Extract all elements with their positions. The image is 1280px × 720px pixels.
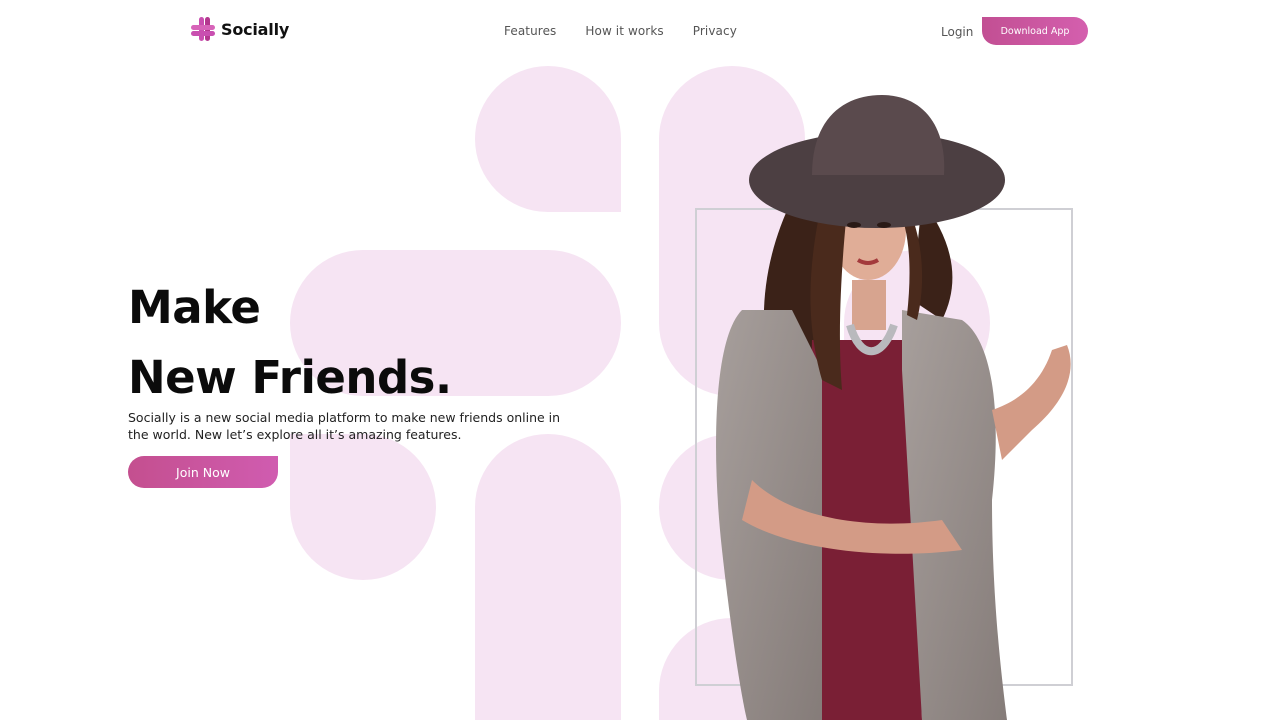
login-link[interactable]: Login (941, 25, 973, 39)
brand-name: Socially (221, 19, 290, 39)
bg-shape (475, 66, 621, 212)
nav-link-how-it-works[interactable]: How it works (585, 24, 663, 38)
download-app-button[interactable]: Download App (982, 17, 1088, 45)
brand-logo[interactable]: Socially (191, 17, 289, 41)
nav-link-privacy[interactable]: Privacy (693, 24, 737, 38)
hero-title: Make New Friends. (128, 273, 452, 413)
main-nav: Features How it works Privacy (504, 24, 737, 38)
model-photo (716, 95, 1071, 720)
hero-title-line-1: Make (128, 281, 261, 334)
hero-title-line-2: New Friends. (128, 351, 452, 404)
bg-shape (290, 434, 436, 580)
nav-link-features[interactable]: Features (504, 24, 556, 38)
join-now-button[interactable]: Join Now (128, 456, 278, 488)
logo-icon (191, 17, 215, 41)
hero-description: Socially is a new social media platform … (128, 410, 561, 442)
bg-shape (475, 434, 621, 720)
